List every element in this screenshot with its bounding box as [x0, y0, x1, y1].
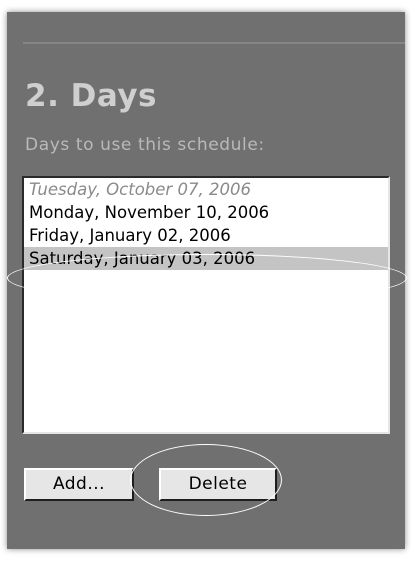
section-subtitle: Days to use this schedule: — [25, 135, 265, 155]
section-title: 2. Days — [25, 78, 157, 114]
delete-button[interactable]: Delete — [159, 468, 277, 501]
days-listbox[interactable]: Tuesday, October 07, 2006 Monday, Novemb… — [22, 176, 390, 434]
list-item-day[interactable]: Tuesday, October 07, 2006 — [24, 178, 388, 201]
list-item-day[interactable]: Friday, January 02, 2006 — [24, 224, 388, 247]
add-button[interactable]: Add... — [24, 468, 134, 501]
list-item-day[interactable]: Monday, November 10, 2006 — [24, 201, 388, 224]
days-panel: 2. Days Days to use this schedule: Tuesd… — [7, 12, 405, 549]
list-item-day-selected[interactable]: Saturday, January 03, 2006 — [24, 247, 388, 270]
section-divider — [23, 42, 405, 44]
